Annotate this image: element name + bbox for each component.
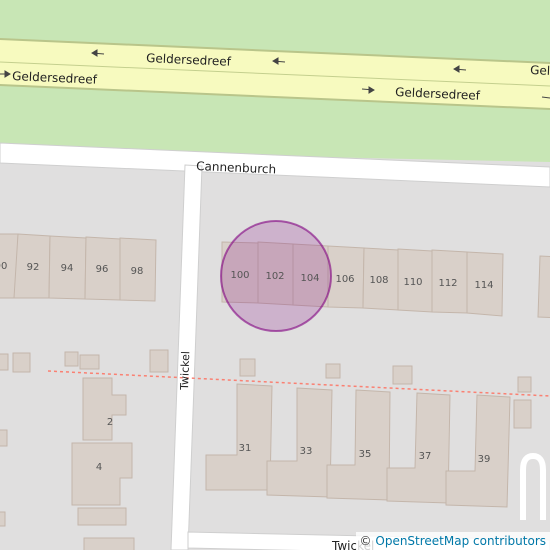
- house-number: 92: [27, 262, 40, 273]
- copyright-symbol: ©: [359, 534, 372, 548]
- house-number: 2: [107, 417, 113, 428]
- house-number: 4: [96, 462, 102, 473]
- house-number: 35: [359, 449, 372, 460]
- house-number: 31: [239, 443, 252, 454]
- house-number: 108: [369, 275, 388, 286]
- house-number: 96: [96, 264, 109, 275]
- house-number: 114: [474, 280, 493, 291]
- house-number: 98: [131, 266, 144, 277]
- house-number: 37: [419, 451, 432, 462]
- map-attribution: © OpenStreetMap contributors: [355, 532, 550, 550]
- house-number: 102: [265, 271, 284, 282]
- attribution-link[interactable]: OpenStreetMap contributors: [375, 534, 546, 548]
- house-number: 100: [230, 270, 249, 281]
- street-label-twickel: Twickel: [178, 351, 192, 391]
- house-number: 104: [300, 273, 319, 284]
- house-number: 90: [0, 261, 7, 272]
- house-number: 33: [300, 446, 313, 457]
- house-number: 106: [335, 274, 354, 285]
- house-number: 94: [61, 263, 74, 274]
- house-number: 110: [403, 277, 422, 288]
- map-layer[interactable]: 90 92 94 96 98 100 102 104 106 108 110 1…: [0, 0, 550, 550]
- house-number: 39: [478, 454, 491, 465]
- map-canvas[interactable]: 90 92 94 96 98 100 102 104 106 108 110 1…: [0, 0, 550, 550]
- house-number: 112: [438, 278, 457, 289]
